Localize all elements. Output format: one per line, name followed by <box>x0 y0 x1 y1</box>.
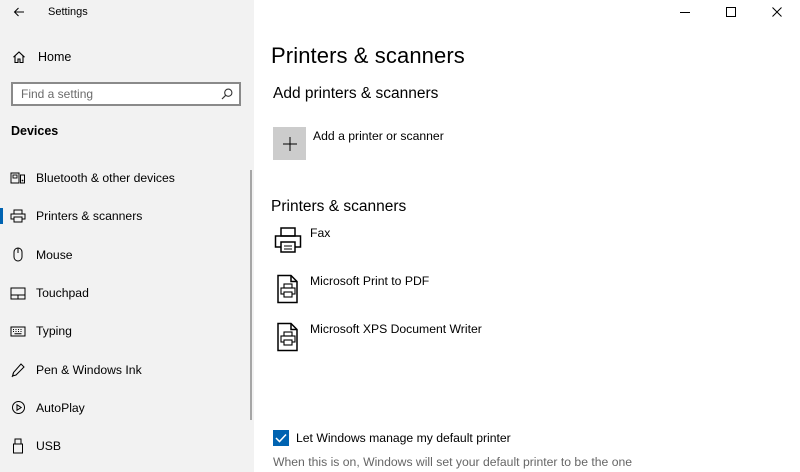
close-button[interactable] <box>754 0 800 24</box>
printer-name: Microsoft XPS Document Writer <box>310 322 482 336</box>
sidebar-item-label: Mouse <box>36 247 73 262</box>
window-controls <box>662 0 800 24</box>
autoplay-icon <box>10 400 26 416</box>
usb-icon <box>10 438 26 454</box>
checkmark-icon <box>275 433 287 443</box>
sidebar-item-mouse[interactable]: Mouse <box>0 236 254 274</box>
fax-printer-icon <box>273 226 303 260</box>
touchpad-icon <box>10 285 26 301</box>
mouse-icon <box>10 247 26 263</box>
sidebar-scrollbar[interactable] <box>250 170 252 420</box>
sidebar-item-label: Printers & scanners <box>36 209 143 224</box>
back-arrow-icon <box>13 7 24 17</box>
printer-item-pdf[interactable]: Microsoft Print to PDF <box>273 274 773 314</box>
sidebar-item-bluetooth[interactable]: Bluetooth & other devices <box>0 159 254 197</box>
printer-item-fax[interactable]: Fax <box>273 226 773 266</box>
printer-icon <box>10 208 26 224</box>
printer-name: Fax <box>310 226 331 240</box>
sidebar-item-usb[interactable]: USB <box>0 427 254 465</box>
plus-icon <box>282 136 297 151</box>
add-printer-label[interactable]: Add a printer or scanner <box>313 129 444 143</box>
default-printer-hint: When this is on, Windows will set your d… <box>273 455 633 469</box>
sidebar-item-label: USB <box>36 439 62 454</box>
list-section-title: Printers & scanners <box>271 198 407 215</box>
page-title: Printers & scanners <box>271 43 465 68</box>
home-label: Home <box>38 50 72 64</box>
sidebar-item-printers[interactable]: Printers & scanners <box>0 197 254 235</box>
maximize-button[interactable] <box>708 0 754 24</box>
sidebar-item-label: AutoPlay <box>36 400 85 415</box>
printer-item-xps[interactable]: Microsoft XPS Document Writer <box>273 322 773 362</box>
printer-name: Microsoft Print to PDF <box>310 274 430 288</box>
add-section-title: Add printers & scanners <box>273 85 439 102</box>
maximize-icon <box>726 7 736 17</box>
sidebar-item-pen[interactable]: Pen & Windows Ink <box>0 350 254 388</box>
sidebar-item-label: Typing <box>36 324 72 339</box>
sidebar-item-typing[interactable]: Typing <box>0 312 254 350</box>
main-content: Printers & scanners Add printers & scann… <box>254 0 800 472</box>
sidebar-nav: Bluetooth & other devices Printers & sca… <box>0 159 254 465</box>
search-input[interactable] <box>13 84 217 104</box>
minimize-icon <box>680 12 690 13</box>
document-printer-icon <box>273 274 303 308</box>
sidebar-item-label: Pen & Windows Ink <box>36 362 142 377</box>
bluetooth-devices-icon <box>10 170 26 186</box>
app-title: Settings <box>48 6 88 18</box>
section-title: Devices <box>11 124 59 138</box>
default-printer-checkbox-label[interactable]: Let Windows manage my default printer <box>296 431 511 445</box>
sidebar-item-label: Bluetooth & other devices <box>36 171 175 186</box>
home-nav-item[interactable]: Home <box>0 44 254 70</box>
keyboard-icon <box>10 323 26 339</box>
default-printer-checkbox-row[interactable]: Let Windows manage my default printer <box>273 430 511 446</box>
search-box[interactable] <box>11 82 241 106</box>
title-bar: Settings <box>0 0 254 24</box>
home-icon <box>11 49 27 65</box>
search-icon[interactable] <box>217 84 237 104</box>
sidebar-item-touchpad[interactable]: Touchpad <box>0 274 254 312</box>
sidebar: Settings Home Devices Bluetooth & other … <box>0 0 254 472</box>
add-printer-button[interactable] <box>273 127 306 160</box>
minimize-button[interactable] <box>662 0 708 24</box>
pen-icon <box>10 362 26 378</box>
default-printer-checkbox[interactable] <box>273 430 289 446</box>
sidebar-item-autoplay[interactable]: AutoPlay <box>0 389 254 427</box>
close-icon <box>772 7 782 17</box>
document-printer-icon <box>273 322 303 356</box>
sidebar-item-label: Touchpad <box>36 286 89 301</box>
back-button[interactable] <box>8 3 30 21</box>
